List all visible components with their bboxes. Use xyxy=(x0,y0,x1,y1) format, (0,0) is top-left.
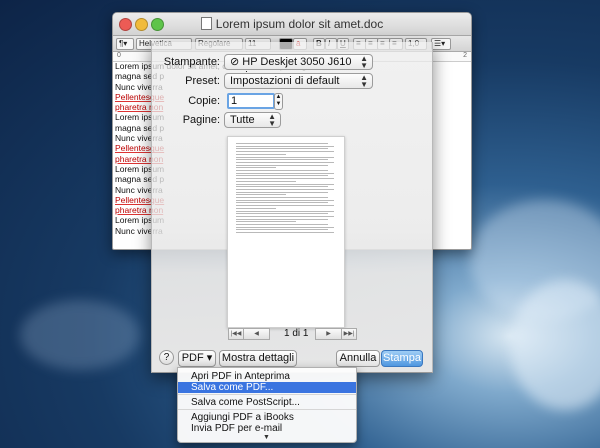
menu-separator xyxy=(178,394,356,395)
pdf-dropdown-menu: Apri PDF in Anteprima Salva come PDF... … xyxy=(177,367,357,443)
preset-label: Preset: xyxy=(185,75,220,87)
preview-text-line xyxy=(236,229,328,231)
window-titlebar[interactable]: Lorem ipsum dolor sit amet.doc xyxy=(113,13,471,36)
menu-item-add-pdf-to-ibooks[interactable]: Aggiungi PDF a iBooks xyxy=(178,412,356,423)
copies-input[interactable]: 1 xyxy=(227,93,275,109)
print-dialog: Stampante: ⊘ HP Deskjet 3050 J610 series… xyxy=(151,42,433,373)
pages-label: Pagine: xyxy=(182,114,220,126)
copies-label: Copie: xyxy=(188,95,220,107)
preview-text-line xyxy=(236,213,328,215)
scroll-down-arrow-icon[interactable]: ▼ xyxy=(178,434,356,442)
pages-select[interactable]: Tutte ▲ ▼ xyxy=(224,112,281,128)
preview-text-line xyxy=(236,205,334,207)
list-style-button[interactable]: ☰▾ xyxy=(431,38,451,50)
pages-value: Tutte xyxy=(230,114,255,126)
close-button[interactable] xyxy=(119,18,132,31)
preview-text-line xyxy=(236,218,328,220)
preview-text-line xyxy=(236,210,334,212)
preview-text-line xyxy=(236,156,334,158)
preview-text-line xyxy=(236,191,328,193)
preview-text-line xyxy=(236,194,286,196)
popup-arrows-icon: ▲ ▼ xyxy=(268,112,276,128)
preview-text-line xyxy=(236,207,276,209)
preview-text-line xyxy=(236,199,334,201)
preview-text-line xyxy=(236,161,334,163)
preview-text-line xyxy=(236,148,328,150)
preview-text-line xyxy=(236,159,328,161)
preview-text-line xyxy=(236,183,334,185)
preview-text-line xyxy=(236,202,328,204)
preview-text-line xyxy=(236,145,334,147)
menu-item-send-pdf-email[interactable]: Invia PDF per e-mail xyxy=(178,423,356,434)
preview-text-line xyxy=(236,151,334,153)
print-preview-page xyxy=(227,136,345,328)
popup-arrows-icon: ▲ ▼ xyxy=(360,54,368,70)
show-details-button[interactable]: Mostra dettagli xyxy=(219,350,297,367)
preview-text-line xyxy=(236,175,328,177)
preview-text-line xyxy=(236,180,296,182)
ruler-mark: 0 xyxy=(117,52,121,59)
ruler-mark: 2 xyxy=(463,52,467,59)
pdf-menu-button[interactable]: PDF ▾ xyxy=(178,350,216,367)
printer-icon: ⊘ xyxy=(230,56,243,68)
printer-select[interactable]: ⊘ HP Deskjet 3050 J610 series ▲▼ xyxy=(224,54,373,82)
minimize-button[interactable] xyxy=(135,18,148,31)
zoom-button[interactable] xyxy=(151,18,164,31)
first-page-button[interactable]: |◀◀ xyxy=(228,328,244,340)
desktop-cloud xyxy=(20,300,140,370)
menu-item-save-as-postscript[interactable]: Salva come PostScript... xyxy=(178,397,356,408)
menu-item-open-pdf-preview[interactable]: Apri PDF in Anteprima xyxy=(178,371,356,382)
document-icon xyxy=(200,17,212,30)
preview-text-line xyxy=(236,143,328,144)
preset-select[interactable]: Impostazioni di default ▲ ▼ xyxy=(224,73,373,89)
copies-stepper[interactable]: ▲ ▼ xyxy=(274,93,283,110)
preview-text-line xyxy=(236,170,328,171)
cancel-button[interactable]: Annulla xyxy=(336,350,380,367)
preview-text-line xyxy=(236,215,334,217)
preview-text-line xyxy=(236,221,296,223)
window-title: Lorem ipsum dolor sit amet.doc xyxy=(215,17,384,31)
preview-text-line xyxy=(236,224,328,225)
help-button[interactable]: ? xyxy=(159,350,174,365)
print-button[interactable]: Stampa xyxy=(381,350,423,367)
preview-text-line xyxy=(236,178,334,180)
preview-text-line xyxy=(236,153,286,155)
preview-text-line xyxy=(236,172,334,174)
last-page-button[interactable]: ▶▶| xyxy=(341,328,357,340)
preview-text-line xyxy=(236,232,334,234)
preview-text-line xyxy=(236,164,328,166)
printer-label: Stampante: xyxy=(163,56,220,68)
paragraph-style-button[interactable]: ¶▾ xyxy=(116,38,134,50)
preview-text-line xyxy=(236,167,276,169)
preset-value: Impostazioni di default xyxy=(230,75,340,87)
menu-separator xyxy=(178,409,356,410)
menu-item-save-as-pdf[interactable]: Salva come PDF... xyxy=(178,382,356,393)
preview-text-line xyxy=(236,226,334,228)
preview-text-line xyxy=(236,188,334,190)
popup-arrows-icon: ▲ ▼ xyxy=(360,73,368,89)
preview-text-line xyxy=(236,197,328,198)
preview-text-line xyxy=(236,186,328,188)
previous-page-button[interactable]: ◀ xyxy=(243,328,270,340)
page-indicator: 1 di 1 xyxy=(284,328,309,339)
next-page-button[interactable]: ▶ xyxy=(315,328,342,340)
